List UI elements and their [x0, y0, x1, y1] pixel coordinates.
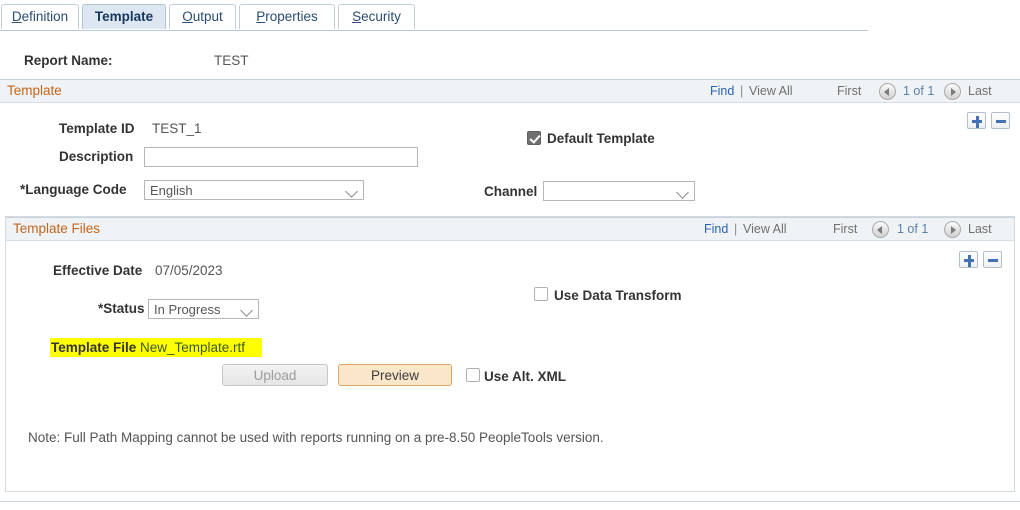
- template-files-view-all-link[interactable]: View All: [743, 222, 787, 236]
- template-file-label: Template File: [51, 340, 137, 355]
- tab-output[interactable]: Output: [169, 4, 236, 29]
- template-files-prev-arrow-icon[interactable]: [872, 221, 889, 238]
- tab-template-label: Template: [94, 9, 154, 24]
- plus-icon-vertical-bar: [968, 254, 971, 267]
- template-add-row-button[interactable]: [967, 112, 986, 129]
- status-value: In Progress: [154, 302, 221, 317]
- status-label: *Status: [98, 301, 145, 316]
- minus-icon-bar: [995, 120, 1006, 123]
- chevron-down-icon: [676, 186, 689, 199]
- default-template-checkbox[interactable]: [527, 131, 541, 145]
- preview-button[interactable]: Preview: [338, 364, 452, 386]
- tab-output-accel: O: [182, 9, 193, 24]
- template-find-link[interactable]: Find: [710, 84, 734, 98]
- report-name-value: TEST: [214, 53, 249, 68]
- template-id-label: Template ID: [59, 121, 135, 136]
- tab-template[interactable]: Template: [82, 4, 166, 29]
- template-files-last-link[interactable]: Last: [968, 222, 992, 236]
- template-section-header: Template Find | View All First 1 of 1 La…: [0, 79, 1020, 103]
- upload-button[interactable]: Upload: [222, 364, 328, 386]
- tab-output-label: utput: [192, 9, 223, 24]
- tab-properties-label: roperties: [265, 9, 318, 24]
- description-input[interactable]: [144, 147, 418, 167]
- template-view-all-link[interactable]: View All: [749, 84, 793, 98]
- page-bottom-border: [0, 501, 1020, 502]
- template-files-add-row-button[interactable]: [959, 251, 978, 268]
- tab-definition-accel: D: [11, 9, 22, 24]
- template-id-value: TEST_1: [152, 121, 202, 136]
- use-alt-xml-checkbox[interactable]: [466, 368, 480, 382]
- effective-date-label: Effective Date: [53, 263, 143, 278]
- template-files-next-arrow-icon[interactable]: [944, 221, 961, 238]
- status-select[interactable]: In Progress: [148, 299, 259, 319]
- template-files-section-header: Template Files Find | View All First 1 o…: [6, 217, 1014, 241]
- template-row-count: 1 of 1: [903, 84, 935, 98]
- default-template-label: Default Template: [547, 131, 655, 146]
- tab-security-accel: S: [352, 9, 362, 24]
- template-nav-separator: |: [740, 84, 744, 98]
- template-files-find-link[interactable]: Find: [704, 222, 728, 236]
- template-first-link[interactable]: First: [837, 84, 861, 98]
- use-data-transform-label: Use Data Transform: [554, 288, 682, 303]
- language-code-value: English: [150, 183, 193, 198]
- use-data-transform-checkbox[interactable]: [534, 287, 548, 301]
- tab-security[interactable]: Security: [338, 4, 415, 29]
- language-code-select[interactable]: English: [144, 180, 364, 200]
- tab-security-label: ecurity: [361, 9, 401, 24]
- template-files-first-link[interactable]: First: [833, 222, 857, 236]
- template-files-section-title: Template Files: [13, 221, 101, 236]
- language-code-label: *Language Code: [20, 182, 127, 197]
- report-name-label: Report Name:: [24, 53, 113, 68]
- description-label: Description: [59, 149, 134, 164]
- chevron-down-icon: [345, 185, 358, 198]
- template-files-row-count: 1 of 1: [897, 222, 929, 236]
- tab-properties[interactable]: Properties: [239, 4, 335, 29]
- tab-properties-accel: P: [256, 9, 266, 24]
- effective-date-value: 07/05/2023: [155, 263, 223, 278]
- template-last-link[interactable]: Last: [968, 84, 992, 98]
- template-prev-arrow-icon[interactable]: [879, 83, 896, 100]
- report-name-row: Report Name: TEST: [0, 48, 1020, 76]
- plus-icon-vertical-bar: [976, 115, 979, 128]
- minus-icon-bar: [987, 259, 998, 262]
- chevron-down-icon: [240, 304, 253, 317]
- tab-bar: Definition Template Output Properties Se…: [0, 0, 1020, 31]
- template-delete-row-button[interactable]: [991, 112, 1010, 129]
- template-section-title: Template: [7, 83, 62, 98]
- template-files-delete-row-button[interactable]: [983, 251, 1002, 268]
- path-mapping-note: Note: Full Path Mapping cannot be used w…: [28, 430, 604, 445]
- channel-label: Channel: [484, 184, 538, 199]
- tab-bar-underline: [0, 30, 868, 31]
- template-next-arrow-icon[interactable]: [944, 83, 961, 100]
- channel-select[interactable]: [543, 181, 695, 201]
- tab-definition[interactable]: Definition: [1, 4, 79, 29]
- use-alt-xml-label: Use Alt. XML: [484, 369, 567, 384]
- template-files-nav-separator: |: [734, 222, 738, 236]
- template-file-value[interactable]: New_Template.rtf: [140, 340, 245, 355]
- tab-definition-label: efinition: [21, 9, 69, 24]
